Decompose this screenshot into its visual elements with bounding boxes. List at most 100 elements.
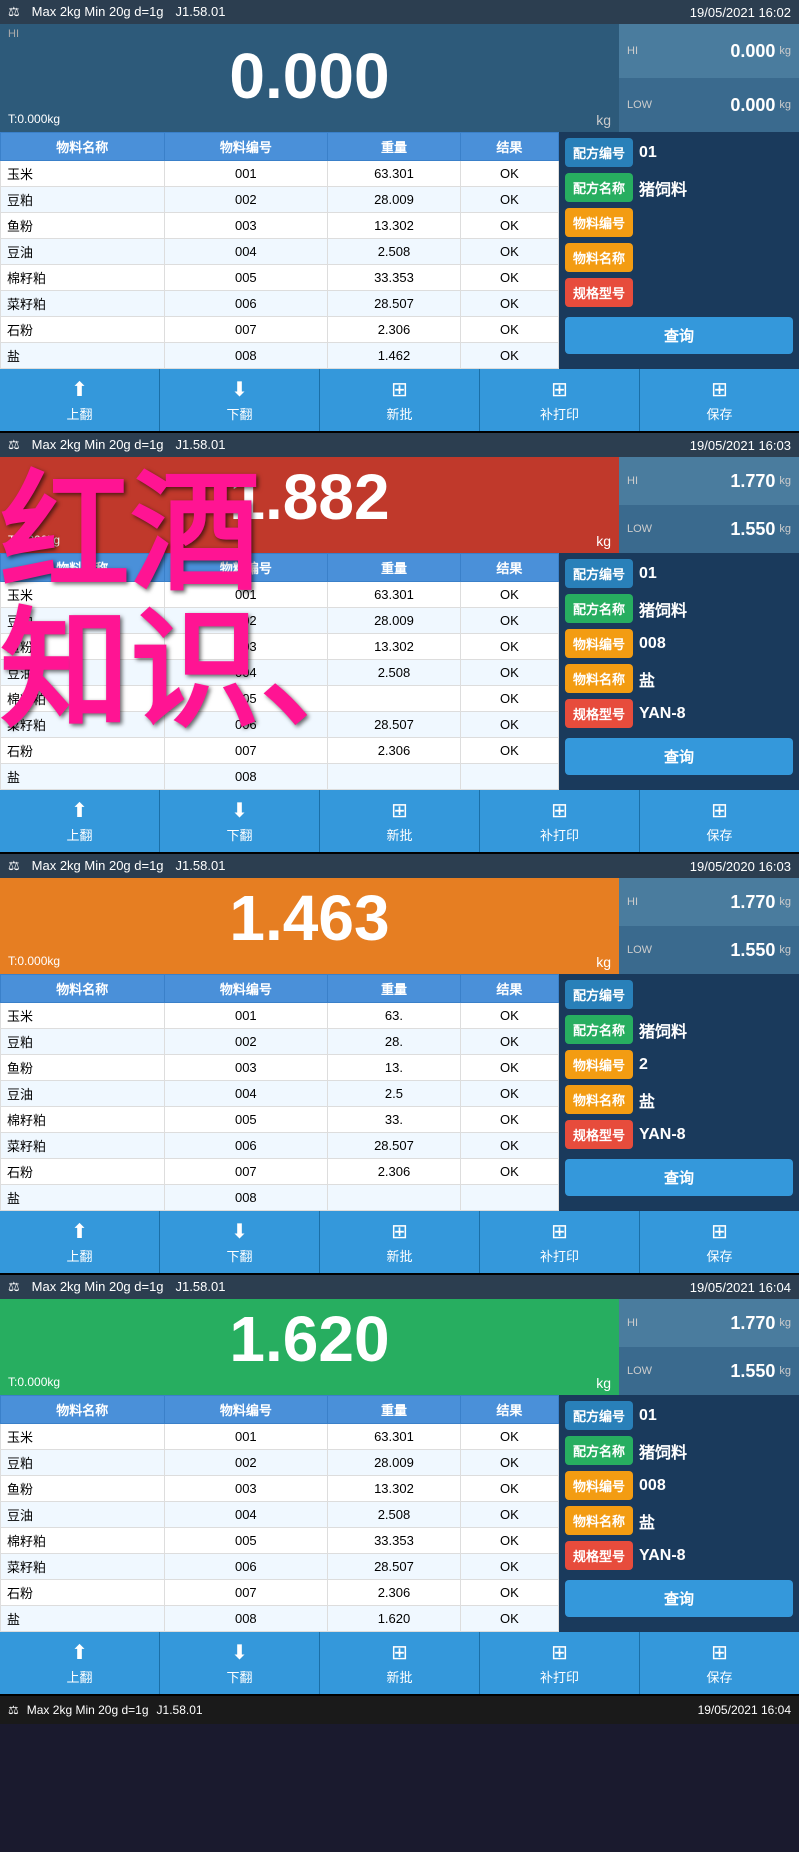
query-button-2[interactable]: 查询 xyxy=(565,738,793,775)
btn-new-1[interactable]: ⊞ 新批 xyxy=(320,369,480,431)
table-row: 鱼粉00313.302OK xyxy=(1,213,559,239)
low-unit-4: kg xyxy=(779,1365,791,1377)
col-header-no-3: 物料编号 xyxy=(164,975,328,1003)
spec-text-1: Max 2kg Min 20g d=1g xyxy=(32,4,164,20)
weight-bottom-row-1: T:0.000kg kg xyxy=(8,112,611,128)
btn-print-2[interactable]: ⊞ 补打印 xyxy=(480,790,640,852)
table-cell: 001 xyxy=(164,582,328,608)
hi-unit-3: kg xyxy=(779,896,791,908)
side-panel-2: 配方编号 01 配方名称 猪饲料 物料编号 008 物料名称 盐 规格型号 xyxy=(559,553,799,790)
table-cell: OK xyxy=(460,582,558,608)
weight-bottom-row-2: T:0.000kg kg xyxy=(8,533,611,549)
top-bar-2: ⚖ Max 2kg Min 20g d=1g J1.58.01 19/05/20… xyxy=(0,433,799,457)
table-row: 豆油0042.508OK xyxy=(1,239,559,265)
btn-down-3[interactable]: ⬇ 下翻 xyxy=(160,1211,320,1273)
weight-bottom-row-4: T:0.000kg kg xyxy=(8,1375,611,1391)
table-row: 豆粕00228.OK xyxy=(1,1029,559,1055)
btn-print-1[interactable]: ⊞ 补打印 xyxy=(480,369,640,431)
btn-down-2[interactable]: ⬇ 下翻 xyxy=(160,790,320,852)
top-bar-1: ⚖ Max 2kg Min 20g d=1g J1.58.01 19/05/20… xyxy=(0,0,799,24)
panel-1: ⚖ Max 2kg Min 20g d=1g J1.58.01 19/05/20… xyxy=(0,0,799,433)
table-row: 菜籽粕00628.507OK xyxy=(1,291,559,317)
table-cell: 2.508 xyxy=(328,1502,461,1528)
table-cell: 005 xyxy=(164,1107,328,1133)
col-header-weight-2: 重量 xyxy=(328,554,461,582)
table-cell: 001 xyxy=(164,1424,328,1450)
btn-print-label-2: 补打印 xyxy=(540,825,579,844)
btn-save-3[interactable]: ⊞ 保存 xyxy=(640,1211,799,1273)
btn-up-label-1: 上翻 xyxy=(66,404,92,423)
weight-main-1: HI 0.000 T:0.000kg kg xyxy=(0,24,619,132)
btn-up-2[interactable]: ⬆ 上翻 xyxy=(0,790,160,852)
table-row: 盐008 xyxy=(1,764,559,790)
tare-3: T:0.000kg xyxy=(8,954,60,970)
col-header-weight-1: 重量 xyxy=(328,133,461,161)
col-header-weight-3: 重量 xyxy=(328,975,461,1003)
table-cell: OK xyxy=(460,317,558,343)
table-cell: OK xyxy=(460,1424,558,1450)
btn-down-label-2: 下翻 xyxy=(226,825,252,844)
table-cell: OK xyxy=(460,187,558,213)
content-area-1: 物料名称 物料编号 重量 结果 玉米00163.301OK豆粕00228.009… xyxy=(0,132,799,369)
table-cell: OK xyxy=(460,1476,558,1502)
version-text-1: J1.58.01 xyxy=(176,4,226,20)
side-value-formula-no-2: 01 xyxy=(639,565,657,583)
btn-new-3[interactable]: ⊞ 新批 xyxy=(320,1211,480,1273)
table-cell: 007 xyxy=(164,317,328,343)
btn-down-1[interactable]: ⬇ 下翻 xyxy=(160,369,320,431)
btn-up-4[interactable]: ⬆ 上翻 xyxy=(0,1632,160,1694)
hi-label-2: HI xyxy=(627,475,638,487)
table-cell xyxy=(460,1185,558,1211)
table-cell: 002 xyxy=(164,187,328,213)
btn-down-4[interactable]: ⬇ 下翻 xyxy=(160,1632,320,1694)
table-cell xyxy=(328,1185,461,1211)
btn-save-2[interactable]: ⊞ 保存 xyxy=(640,790,799,852)
side-value-material-name-2: 盐 xyxy=(639,667,655,691)
table-cell: 003 xyxy=(164,213,328,239)
side-formula-name-4: 配方名称 猪饲料 xyxy=(565,1436,793,1465)
btn-print-4[interactable]: ⊞ 补打印 xyxy=(480,1632,640,1694)
content-area-2: 物料名称 物料编号 重量 结果 玉米00163.301OK豆粕00228.009… xyxy=(0,553,799,790)
weight-labels-1: HI xyxy=(8,28,611,40)
col-header-name-4: 物料名称 xyxy=(1,1396,165,1424)
table-cell: OK xyxy=(460,343,558,369)
table-cell: 2.306 xyxy=(328,1580,461,1606)
weight-main-3: 1.463 T:0.000kg kg xyxy=(0,878,619,974)
table-cell: 001 xyxy=(164,161,328,187)
hi-row-1: HI 0.000 kg xyxy=(619,24,799,78)
btn-up-1[interactable]: ⬆ 上翻 xyxy=(0,369,160,431)
top-bar-left-4: ⚖ Max 2kg Min 20g d=1g J1.58.01 xyxy=(8,1279,225,1295)
query-button-4[interactable]: 查询 xyxy=(565,1580,793,1617)
side-label-formula-no-4: 配方编号 xyxy=(565,1401,633,1430)
table-cell: 盐 xyxy=(1,1185,165,1211)
btn-up-3[interactable]: ⬆ 上翻 xyxy=(0,1211,160,1273)
table-cell: OK xyxy=(460,1502,558,1528)
table-cell: 盐 xyxy=(1,1606,165,1632)
table-row: 豆油0042.508OK xyxy=(1,1502,559,1528)
version-text-2: J1.58.01 xyxy=(176,437,226,453)
side-value-formula-name-2: 猪饲料 xyxy=(639,597,687,621)
table-cell: 盐 xyxy=(1,764,165,790)
btn-print-3[interactable]: ⊞ 补打印 xyxy=(480,1211,640,1273)
content-area-3: 物料名称 物料编号 重量 结果 玉米00163.OK豆粕00228.OK鱼粉00… xyxy=(0,974,799,1211)
table-cell: 石粉 xyxy=(1,1580,165,1606)
table-cell: 28.507 xyxy=(328,1554,461,1580)
table-cell: 2.508 xyxy=(328,239,461,265)
table-cell: OK xyxy=(460,1133,558,1159)
print-icon-3: ⊞ xyxy=(551,1219,568,1244)
table-cell: 008 xyxy=(164,1606,328,1632)
btn-new-2[interactable]: ⊞ 新批 xyxy=(320,790,480,852)
side-label-formula-name-1: 配方名称 xyxy=(565,173,633,202)
query-button-1[interactable]: 查询 xyxy=(565,317,793,354)
btn-new-4[interactable]: ⊞ 新批 xyxy=(320,1632,480,1694)
btn-save-1[interactable]: ⊞ 保存 xyxy=(640,369,799,431)
low-value-4: 1.550 xyxy=(730,1361,775,1382)
low-value-3: 1.550 xyxy=(730,940,775,961)
down-icon-3: ⬇ xyxy=(231,1219,248,1244)
btn-up-label-2: 上翻 xyxy=(66,825,92,844)
side-spec-2: 规格型号 YAN-8 xyxy=(565,699,793,728)
btn-up-label-3: 上翻 xyxy=(66,1246,92,1265)
query-button-3[interactable]: 查询 xyxy=(565,1159,793,1196)
hi-row-4: HI 1.770 kg xyxy=(619,1299,799,1347)
btn-save-4[interactable]: ⊞ 保存 xyxy=(640,1632,799,1694)
